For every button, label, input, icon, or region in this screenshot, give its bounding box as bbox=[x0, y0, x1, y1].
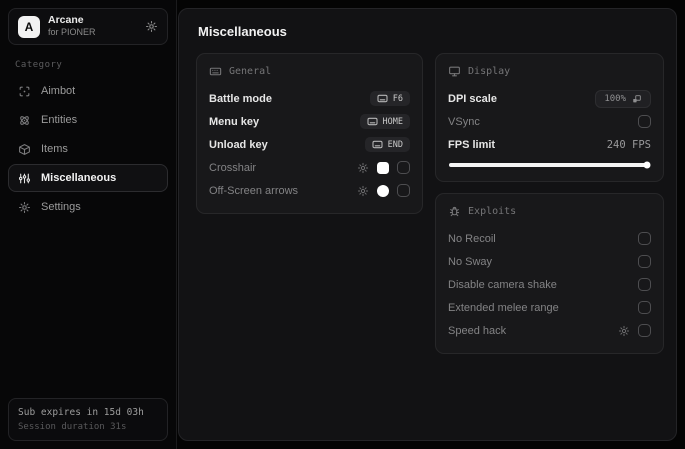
setting-label: Off-Screen arrows bbox=[209, 184, 299, 197]
package-icon bbox=[18, 143, 31, 156]
setting-row-dpi-scale: DPI scale 100% bbox=[448, 87, 651, 110]
color-swatch[interactable] bbox=[377, 161, 390, 174]
setting-label: DPI scale bbox=[448, 92, 497, 105]
gear-icon bbox=[18, 201, 31, 214]
keybind-button[interactable]: HOME bbox=[359, 114, 411, 129]
speed-hack-checkbox[interactable] bbox=[638, 324, 651, 337]
sidebar-item-label: Miscellaneous bbox=[41, 172, 117, 184]
setting-label: Disable camera shake bbox=[448, 278, 557, 291]
crosshair-checkbox[interactable] bbox=[397, 161, 411, 174]
sidebar-item-label: Aimbot bbox=[41, 85, 76, 97]
display-card: Display DPI scale 100% VSync FPS limit 2… bbox=[435, 53, 664, 182]
color-swatch[interactable] bbox=[377, 184, 390, 197]
setting-label: Extended melee range bbox=[448, 301, 559, 314]
display-card-header: Display bbox=[448, 65, 651, 78]
sidebar-item-settings[interactable]: Settings bbox=[8, 193, 168, 221]
gear-icon[interactable] bbox=[618, 325, 630, 337]
fps-limit-value: 240 FPS bbox=[606, 138, 651, 151]
setting-label: Speed hack bbox=[448, 324, 507, 337]
atom-icon bbox=[18, 114, 31, 127]
keyboard-icon bbox=[372, 140, 383, 149]
display-card-title: Display bbox=[468, 66, 511, 77]
setting-row-extended-melee-range: Extended melee range bbox=[448, 296, 651, 319]
sliders-icon bbox=[18, 172, 31, 185]
gear-icon[interactable] bbox=[357, 185, 369, 197]
setting-row-vsync: VSync bbox=[448, 110, 651, 133]
sidebar-item-label: Items bbox=[41, 143, 68, 155]
sidebar-item-miscellaneous[interactable]: Miscellaneous bbox=[8, 164, 168, 192]
keyboard-icon bbox=[377, 94, 388, 103]
general-card-title: General bbox=[229, 66, 272, 77]
extended-melee-range-checkbox[interactable] bbox=[638, 301, 651, 314]
sidebar: A Arcane for PIONER Category Aimbot Enti… bbox=[0, 0, 177, 449]
general-card-header: General bbox=[209, 65, 410, 78]
gear-icon[interactable] bbox=[145, 20, 158, 33]
general-card: General Battle mode F6 Menu key HOME Unl… bbox=[196, 53, 424, 214]
vsync-checkbox[interactable] bbox=[638, 115, 651, 128]
setting-label: Battle mode bbox=[209, 92, 272, 105]
exploits-card: Exploits No Recoil No Sway Disable camer… bbox=[435, 193, 664, 354]
keyboard-icon bbox=[367, 117, 378, 126]
setting-row-offscreen-arrows: Off-Screen arrows bbox=[209, 179, 411, 202]
app-header: A Arcane for PIONER bbox=[8, 8, 168, 45]
setting-label: VSync bbox=[448, 115, 480, 128]
setting-label: FPS limit bbox=[448, 138, 496, 151]
setting-row-no-recoil: No Recoil bbox=[448, 227, 651, 250]
setting-row-no-sway: No Sway bbox=[448, 250, 651, 273]
setting-label: No Sway bbox=[448, 255, 493, 268]
setting-row-speed-hack: Speed hack bbox=[448, 319, 651, 342]
app-meta: Arcane for PIONER bbox=[48, 14, 96, 38]
slider-knob[interactable] bbox=[643, 161, 651, 169]
keyboard-icon bbox=[209, 65, 222, 78]
app-subtitle: for PIONER bbox=[48, 27, 96, 38]
subscription-status: Sub expires in 15d 03h Session duration … bbox=[8, 398, 168, 441]
sub-expiry-text: Sub expires in 15d 03h bbox=[18, 407, 144, 418]
dpi-scale-select[interactable]: 100% bbox=[595, 89, 651, 108]
setting-row-menu-key: Menu key HOME bbox=[209, 110, 411, 133]
exploits-card-title: Exploits bbox=[468, 206, 517, 217]
page-title: Miscellaneous bbox=[198, 24, 287, 39]
keybind-value: F6 bbox=[392, 93, 404, 104]
keybind-value: END bbox=[387, 139, 404, 150]
category-label: Category bbox=[15, 60, 63, 70]
setting-row-battle-mode: Battle mode F6 bbox=[209, 87, 411, 110]
scale-icon bbox=[632, 94, 642, 104]
session-duration-text: Session duration 31s bbox=[18, 422, 127, 432]
setting-label: Crosshair bbox=[209, 161, 257, 174]
setting-row-fps-limit: FPS limit 240 FPS bbox=[448, 133, 651, 156]
sidebar-item-items[interactable]: Items bbox=[8, 135, 168, 163]
disable-camera-shake-checkbox[interactable] bbox=[638, 278, 651, 291]
monitor-icon bbox=[448, 65, 461, 78]
app-logo: A bbox=[18, 15, 40, 38]
setting-row-disable-camera-shake: Disable camera shake bbox=[448, 273, 651, 296]
offscreen-arrows-checkbox[interactable] bbox=[397, 184, 411, 197]
dpi-scale-value: 100% bbox=[604, 93, 626, 104]
setting-label: Unload key bbox=[209, 138, 268, 151]
keybind-button[interactable]: END bbox=[364, 137, 411, 152]
main-panel: Miscellaneous General Battle mode F6 Men… bbox=[178, 8, 677, 441]
app-name: Arcane bbox=[48, 14, 84, 27]
slider-fill bbox=[449, 163, 650, 167]
setting-label: No Recoil bbox=[448, 232, 496, 245]
bug-icon bbox=[448, 205, 461, 218]
setting-row-crosshair: Crosshair bbox=[209, 156, 411, 179]
scan-icon bbox=[18, 85, 31, 98]
gear-icon[interactable] bbox=[357, 162, 369, 174]
keybind-value: HOME bbox=[382, 116, 404, 127]
no-sway-checkbox[interactable] bbox=[638, 255, 651, 268]
sidebar-item-aimbot[interactable]: Aimbot bbox=[8, 77, 168, 105]
setting-label: Menu key bbox=[209, 115, 260, 128]
no-recoil-checkbox[interactable] bbox=[638, 232, 651, 245]
fps-limit-slider[interactable] bbox=[449, 161, 651, 169]
sidebar-nav: Aimbot Entities Items Miscellaneous Sett… bbox=[8, 77, 168, 221]
sidebar-item-label: Entities bbox=[41, 114, 78, 126]
setting-row-unload-key: Unload key END bbox=[209, 133, 411, 156]
sidebar-item-entities[interactable]: Entities bbox=[8, 106, 168, 134]
keybind-button[interactable]: F6 bbox=[369, 91, 411, 106]
sidebar-item-label: Settings bbox=[41, 201, 81, 213]
exploits-card-header: Exploits bbox=[448, 205, 651, 218]
